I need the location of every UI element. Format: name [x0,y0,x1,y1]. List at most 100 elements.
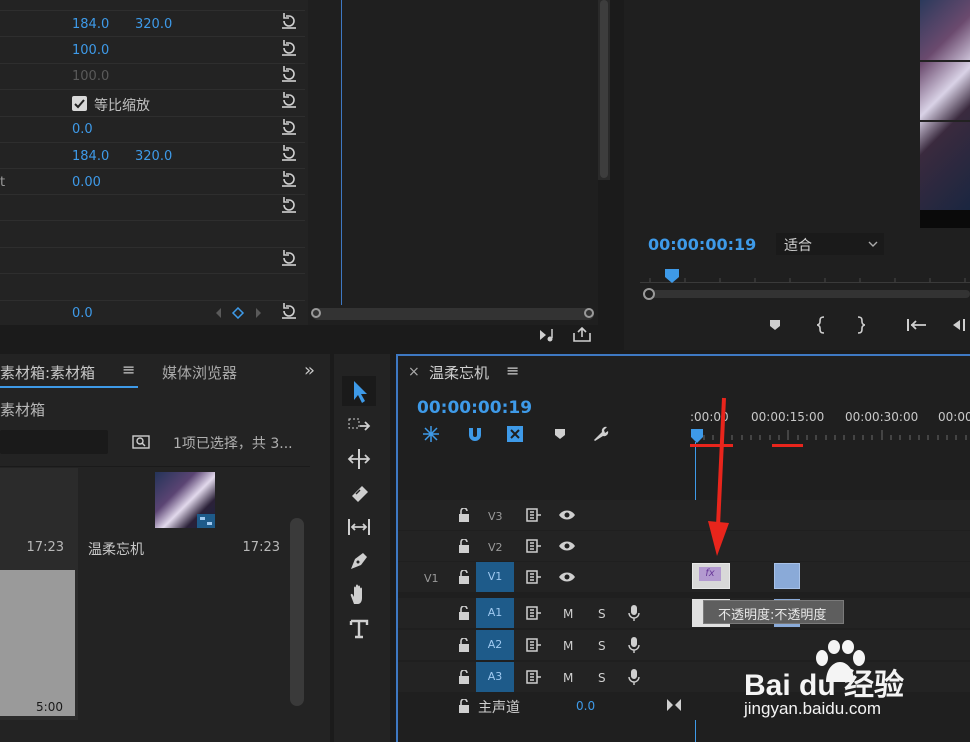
item-thumbnail[interactable]: 5:00 [0,570,75,716]
sequence-tab-title[interactable]: 温柔忘机 [429,362,489,383]
solo-button[interactable]: S [598,607,606,621]
add-marker-icon[interactable] [553,427,567,441]
panel-overflow-icon[interactable]: » [304,360,315,381]
monitor-playhead[interactable] [664,268,680,284]
position-y-value[interactable]: 320.0 [135,17,172,32]
rotation-value[interactable]: 0.0 [72,122,93,137]
linked-selection-icon[interactable] [506,424,526,444]
sync-lock-icon[interactable] [526,570,542,584]
tab-bin[interactable]: 素材箱:素材箱 [0,362,95,383]
lock-icon[interactable] [458,570,470,584]
monitor-scroll-handle[interactable] [643,288,655,300]
keyframe-navigator[interactable] [215,307,263,319]
snap-magnet-icon[interactable] [466,425,484,443]
prev-keyframe-icon[interactable] [216,308,221,318]
razor-tool-icon[interactable] [346,480,372,506]
project-scrollbar[interactable] [290,518,304,706]
reset-icon[interactable] [280,65,298,83]
hand-tool-icon[interactable] [346,582,372,608]
position-x-value[interactable]: 184.0 [72,17,109,32]
close-sequence-icon[interactable]: × [408,364,420,380]
reset-icon[interactable] [280,12,298,30]
anti-flicker-value[interactable]: 0.00 [72,175,101,190]
uniform-scale-checkbox[interactable] [72,96,87,111]
reset-icon[interactable] [280,118,298,136]
scale-value[interactable]: 100.0 [72,43,109,58]
project-search-input[interactable] [0,430,108,454]
track-select-tool-icon[interactable] [346,414,372,440]
monitor-time-ruler[interactable] [640,268,970,288]
opacity-value[interactable]: 0.0 [72,306,93,321]
ec-scroll-thumb[interactable] [600,0,608,178]
monitor-scrollbar[interactable] [644,290,970,298]
sequence-menu-icon[interactable]: ≡ [506,361,519,380]
microphone-icon[interactable] [628,668,640,686]
eye-icon[interactable] [558,570,576,584]
track-v1[interactable]: V1 V1 [398,562,970,592]
mark-out-icon[interactable] [855,316,867,334]
track-target-a1[interactable]: A1 [476,598,514,628]
sync-lock-icon[interactable] [526,606,542,620]
anchor-x-value[interactable]: 184.0 [72,149,109,164]
sync-lock-icon[interactable] [526,638,542,652]
source-patch-v1[interactable]: V1 [424,572,439,585]
next-keyframe-icon[interactable] [256,308,261,318]
add-marker-icon[interactable] [768,318,782,332]
item-thumbnail[interactable] [155,472,215,528]
export-icon[interactable] [572,327,592,343]
solo-button[interactable]: S [598,639,606,653]
tab-menu-icon[interactable]: ≡ [122,360,135,379]
reset-icon[interactable] [280,196,298,214]
step-back-icon[interactable] [950,318,970,332]
eye-icon[interactable] [558,508,576,522]
fit-dropdown[interactable]: 适合 [776,233,884,255]
pen-tool-icon[interactable] [346,548,372,574]
audio-only-icon[interactable] [538,327,558,343]
scroll-handle-left[interactable] [311,308,321,318]
tab-media-browser[interactable]: 媒体浏览器 [162,362,237,383]
scroll-handle-right[interactable] [584,308,594,318]
microphone-icon[interactable] [628,636,640,654]
find-icon[interactable] [132,434,150,450]
reset-icon[interactable] [280,249,298,267]
reset-icon[interactable] [280,170,298,188]
reset-icon[interactable] [280,144,298,162]
lock-icon[interactable] [458,508,470,522]
track-a1[interactable]: A1 M S [398,598,970,628]
video-clip[interactable] [774,563,800,589]
mute-button[interactable]: M [563,639,573,653]
master-volume-value[interactable]: 0.0 [576,699,595,713]
go-to-end-icon[interactable] [666,698,682,712]
lock-icon[interactable] [458,638,470,652]
track-target-v1[interactable]: V1 [476,562,514,592]
sync-lock-icon[interactable] [526,670,542,684]
slip-tool-icon[interactable] [346,514,372,540]
type-tool-icon[interactable] [346,616,372,642]
bin-breadcrumb[interactable]: 素材箱 [0,399,45,420]
solo-button[interactable]: S [598,671,606,685]
sync-lock-icon[interactable] [526,539,542,553]
track-v3[interactable]: V3 [398,500,970,530]
microphone-icon[interactable] [628,604,640,622]
project-item[interactable]: 温柔忘机 17:23 [80,468,288,568]
track-target-a2[interactable]: A2 [476,630,514,660]
program-timecode[interactable]: 00:00:00:19 [648,235,756,254]
nest-sequence-icon[interactable] [422,425,440,443]
timeline-timecode[interactable]: 00:00:00:19 [417,398,532,418]
mute-button[interactable]: M [563,671,573,685]
lock-icon[interactable] [458,539,470,553]
timeline-settings-wrench-icon[interactable] [592,425,610,443]
track-target-a3[interactable]: A3 [476,662,514,692]
lock-icon[interactable] [458,699,470,713]
reset-icon[interactable] [280,302,298,320]
video-clip[interactable]: fx [692,563,730,589]
eye-icon[interactable] [558,539,576,553]
track-v2[interactable]: V2 [398,531,970,561]
project-item[interactable]: 17:23 5:00 [0,468,78,720]
add-keyframe-icon[interactable] [231,307,245,319]
sync-lock-icon[interactable] [526,508,542,522]
go-to-in-icon[interactable] [906,318,928,332]
reset-icon[interactable] [280,91,298,109]
ripple-edit-tool-icon[interactable] [346,446,372,472]
lock-icon[interactable] [458,670,470,684]
